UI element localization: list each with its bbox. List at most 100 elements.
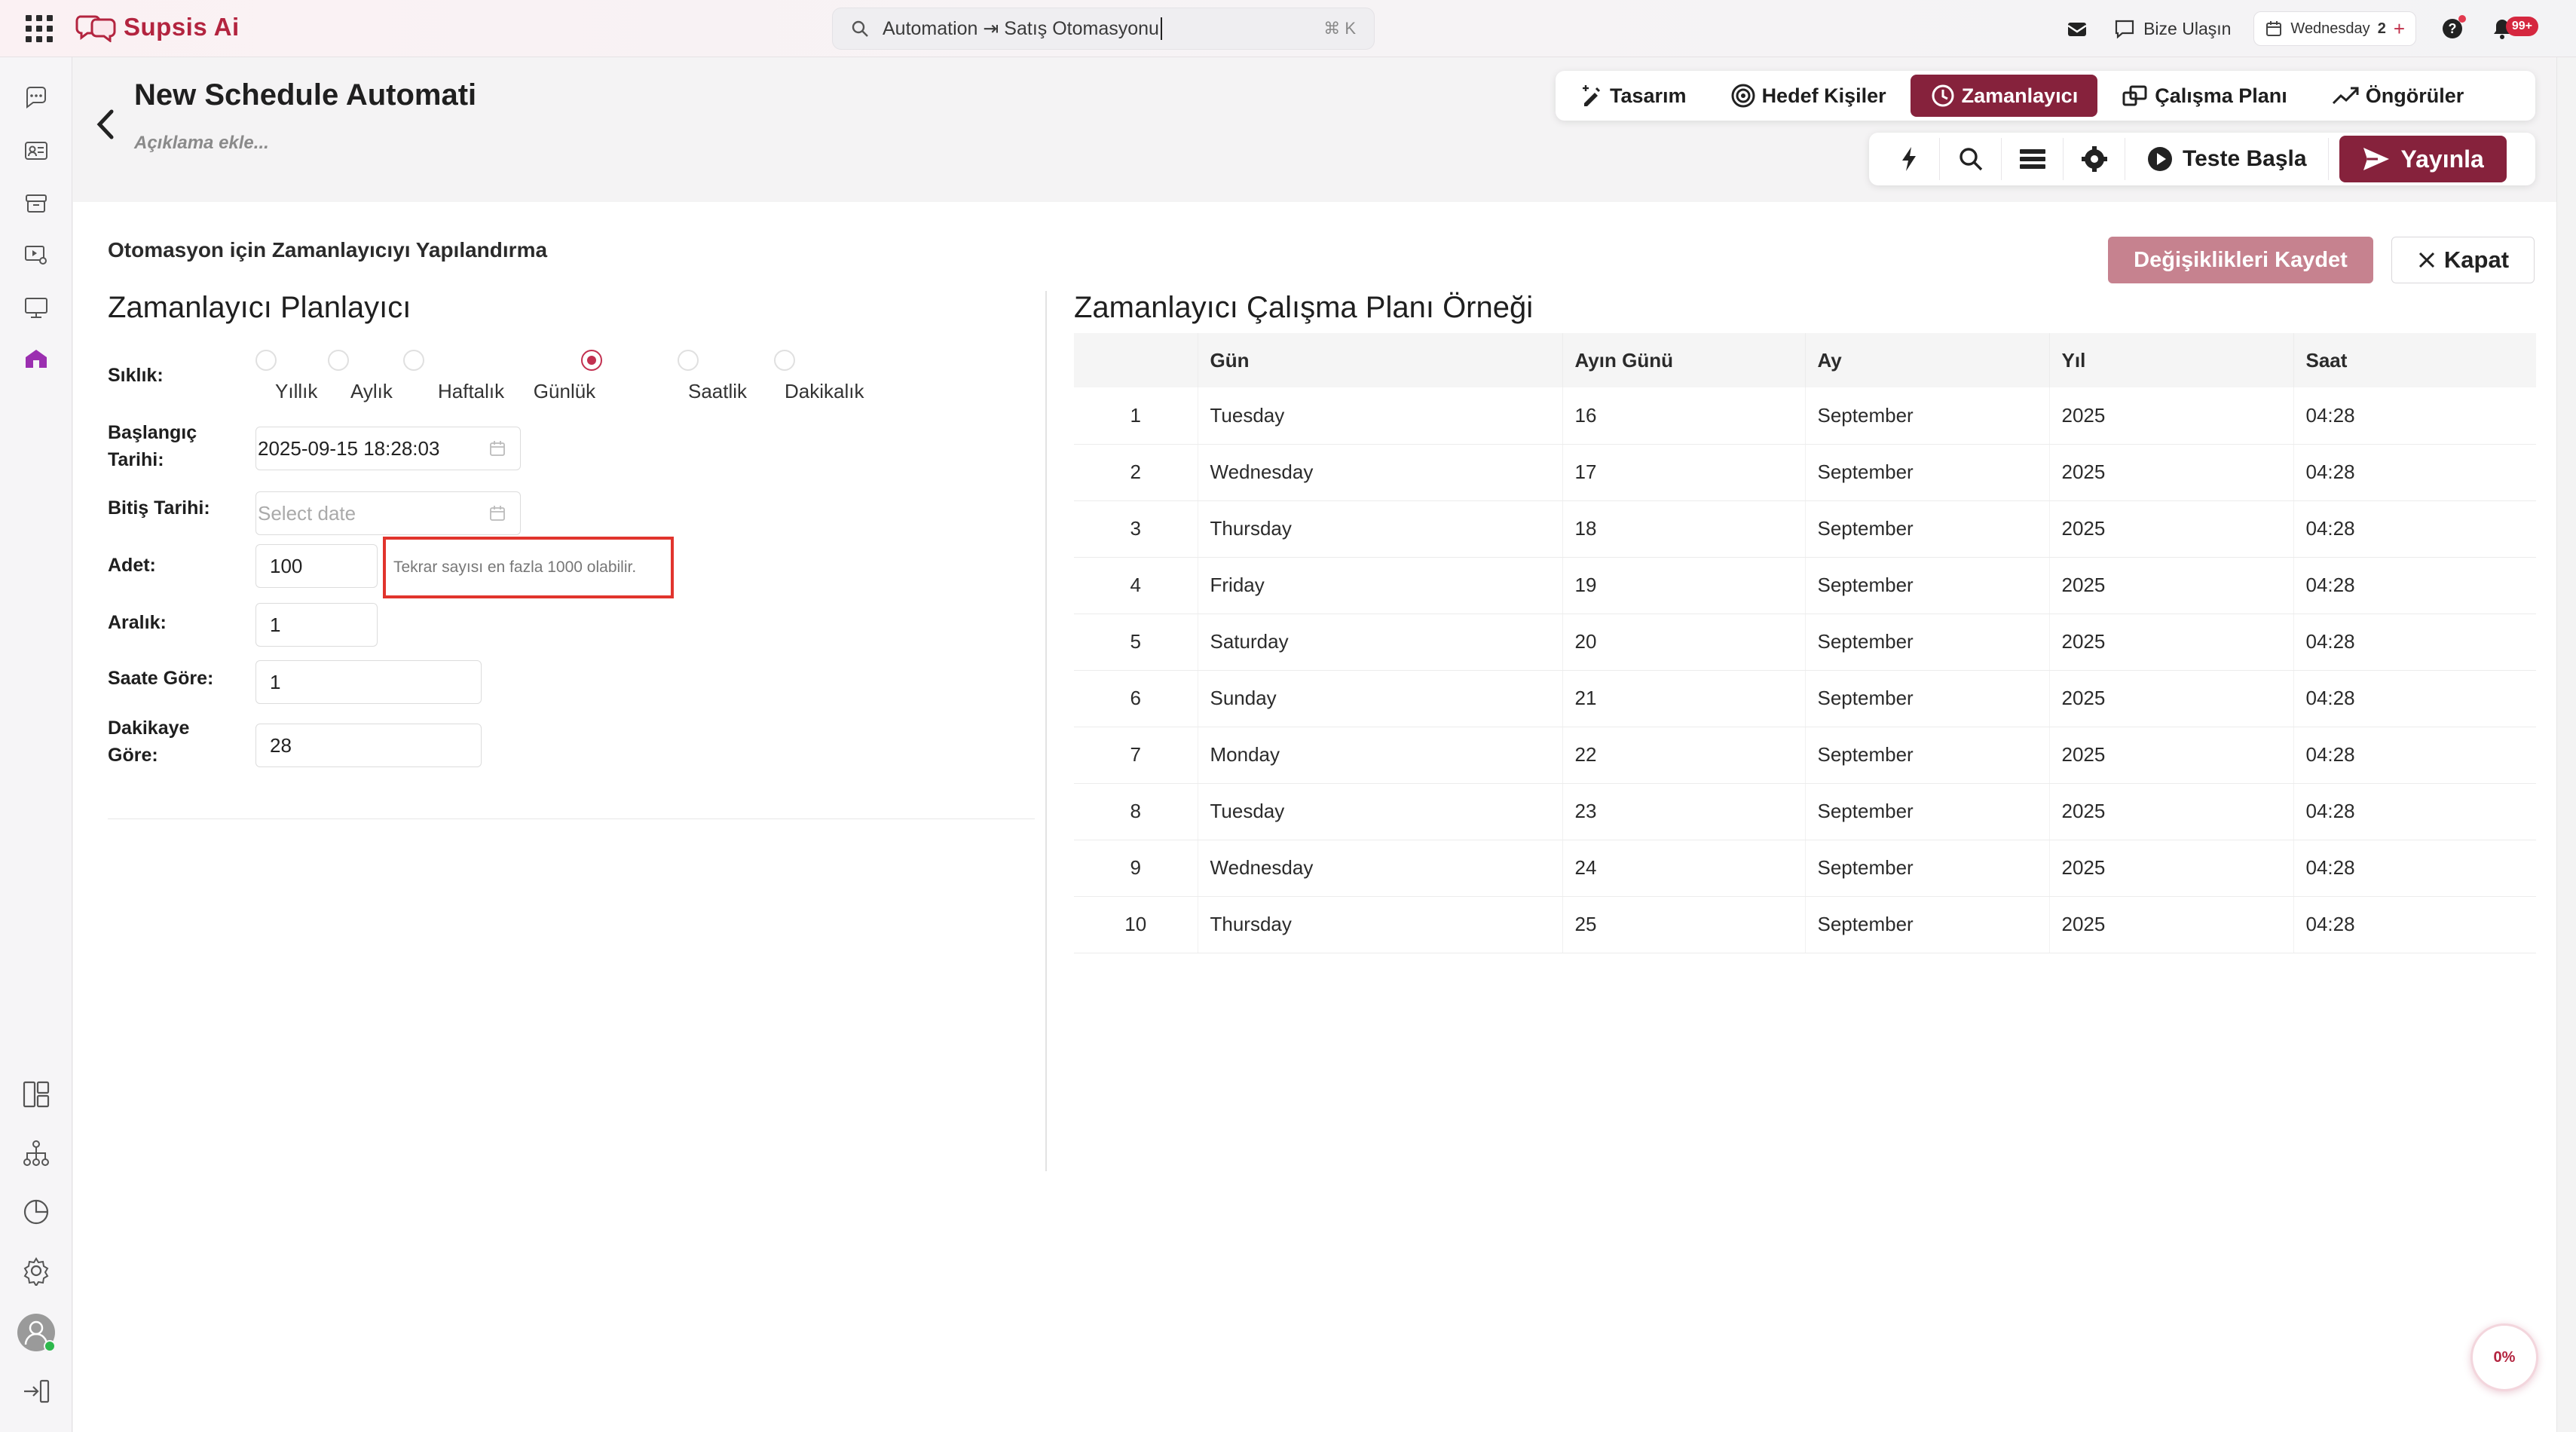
table-cell: September <box>1805 613 2050 671</box>
settings-gear-icon[interactable] <box>20 1254 53 1287</box>
table-cell: September <box>1805 840 2050 897</box>
table-cell: 2025 <box>2049 840 2294 897</box>
frequency-option-weekly[interactable]: Haftalık <box>403 350 504 403</box>
count-input[interactable]: 100 <box>255 544 378 588</box>
gear-icon[interactable] <box>2064 138 2125 180</box>
table-cell: 2025 <box>2049 670 2294 727</box>
lightning-icon[interactable] <box>1878 138 1940 180</box>
app-logo[interactable]: Supsis Ai <box>75 12 240 42</box>
radio-circle[interactable] <box>403 350 424 371</box>
list-icon[interactable] <box>2002 138 2064 180</box>
tab-target-people[interactable]: Hedef Kişiler <box>1711 75 1906 117</box>
page-title[interactable]: New Schedule Automati <box>134 78 481 112</box>
clock-icon <box>1932 84 1954 107</box>
end-date-input[interactable]: Select date <box>255 491 521 535</box>
date-chip[interactable]: Wednesday 2 + <box>2253 11 2416 46</box>
tab-design[interactable]: Tasarım <box>1560 75 1706 117</box>
scrollbar[interactable] <box>2556 57 2576 1432</box>
bell-icon[interactable]: 99+ <box>2489 15 2538 42</box>
tab-workplan[interactable]: Çalışma Planı <box>2102 75 2307 117</box>
radio-circle[interactable] <box>255 350 277 371</box>
monitor-icon[interactable] <box>20 291 53 324</box>
help-icon[interactable]: ? <box>2439 15 2466 42</box>
close-button[interactable]: Kapat <box>2391 237 2535 283</box>
apps-grid-icon[interactable] <box>26 15 53 42</box>
publish-button[interactable]: Yayınla <box>2339 136 2507 182</box>
table-cell: 22 <box>1562 727 1806 784</box>
start-date-input[interactable]: 2025-09-15 18:28:03 <box>255 427 521 470</box>
expand-sidebar-icon[interactable] <box>20 1375 53 1408</box>
radio-circle[interactable] <box>774 350 795 371</box>
inbox-icon[interactable] <box>2064 15 2091 42</box>
frequency-option-hourly[interactable]: Saatlik <box>678 350 747 403</box>
design-icon <box>1583 85 1601 106</box>
table-row: 1 Tuesday 16 September 2025 04:28 <box>1074 387 2536 445</box>
svg-text:?: ? <box>2449 21 2457 36</box>
layout-icon[interactable] <box>20 1078 53 1111</box>
insights-icon <box>2332 87 2359 105</box>
table-cell: September <box>1805 557 2050 614</box>
top-bar: Supsis Ai Automation ⇥ Satış Otomasyonu … <box>0 0 2576 57</box>
media-settings-icon[interactable] <box>20 238 53 271</box>
interval-label: Aralık: <box>108 612 167 633</box>
add-icon[interactable]: + <box>2394 17 2405 41</box>
table-cell: September <box>1805 444 2050 501</box>
hour-input[interactable]: 1 <box>255 660 482 704</box>
contact-us-button[interactable]: Bize Ulaşın <box>2113 17 2231 40</box>
search-shortcut: ⌘ K <box>1323 19 1356 38</box>
minute-input[interactable]: 28 <box>255 724 482 767</box>
table-cell: September <box>1805 387 2050 445</box>
search-icon[interactable] <box>1940 138 2002 180</box>
frequency-option-yearly[interactable]: Yıllık <box>255 350 317 403</box>
start-date-label-line1: Başlangıç <box>108 422 197 443</box>
close-icon <box>2418 252 2434 268</box>
tab-insights[interactable]: Öngörüler <box>2311 75 2484 117</box>
contacts-card-icon[interactable] <box>20 134 53 167</box>
page-description[interactable]: Açıklama ekle... <box>134 133 269 154</box>
table-cell: 9 <box>1074 840 1198 897</box>
search-bar[interactable]: Automation ⇥ Satış Otomasyonu ⌘ K <box>832 8 1375 50</box>
table-cell: Tuesday <box>1198 387 1563 445</box>
automation-home-icon[interactable] <box>20 342 53 375</box>
editor-toolbar: Teste Başla Yayınla <box>1869 133 2535 185</box>
sample-plan-title: Zamanlayıcı Çalışma Planı Örneği <box>1074 291 1534 324</box>
avatar[interactable] <box>17 1313 56 1352</box>
frequency-label: Sıklık: <box>108 365 164 386</box>
contact-us-label: Bize Ulaşın <box>2143 18 2232 38</box>
radio-label: Günlük <box>533 380 596 402</box>
table-cell: 5 <box>1074 613 1198 671</box>
hierarchy-icon[interactable] <box>20 1137 53 1170</box>
pie-chart-icon[interactable] <box>20 1195 53 1229</box>
table-cell: Wednesday <box>1198 840 1563 897</box>
radio-label: Haftalık <box>438 380 505 402</box>
radio-circle-selected[interactable] <box>581 350 602 371</box>
table-row: 5 Saturday 20 September 2025 04:28 <box>1074 613 2536 671</box>
table-cell: 04:28 <box>2293 840 2536 897</box>
minute-value: 28 <box>270 733 292 757</box>
radio-circle[interactable] <box>328 350 349 371</box>
table-cell: 1 <box>1074 387 1198 445</box>
table-cell: 24 <box>1562 840 1806 897</box>
table-cell: 25 <box>1562 896 1806 953</box>
table-cell: 20 <box>1562 613 1806 671</box>
start-test-button[interactable]: Teste Başla <box>2125 138 2329 180</box>
frequency-option-minutely[interactable]: Dakikalık <box>774 350 864 403</box>
interval-input[interactable]: 1 <box>255 603 378 647</box>
table-row: 3 Thursday 18 September 2025 04:28 <box>1074 500 2536 558</box>
tab-scheduler[interactable]: Zamanlayıcı <box>1910 75 2098 117</box>
radio-circle[interactable] <box>678 350 699 371</box>
workplan-icon <box>2122 85 2147 106</box>
frequency-option-monthly[interactable]: Aylık <box>328 350 393 403</box>
archive-icon[interactable] <box>20 187 53 220</box>
calendar-icon <box>2266 21 2282 36</box>
save-changes-button[interactable]: Değişiklikleri Kaydet <box>2108 237 2373 283</box>
table-cell: 19 <box>1562 557 1806 614</box>
progress-indicator[interactable]: 0% <box>2470 1323 2538 1391</box>
frequency-option-daily[interactable]: Günlük <box>534 350 602 403</box>
column-header <box>1074 333 1198 387</box>
back-arrow-icon[interactable] <box>90 106 121 143</box>
table-cell: Friday <box>1198 557 1563 614</box>
minute-label-line1: Dakikaye <box>108 718 190 739</box>
table-cell: 2025 <box>2049 896 2294 953</box>
chat-icon[interactable] <box>20 81 53 115</box>
